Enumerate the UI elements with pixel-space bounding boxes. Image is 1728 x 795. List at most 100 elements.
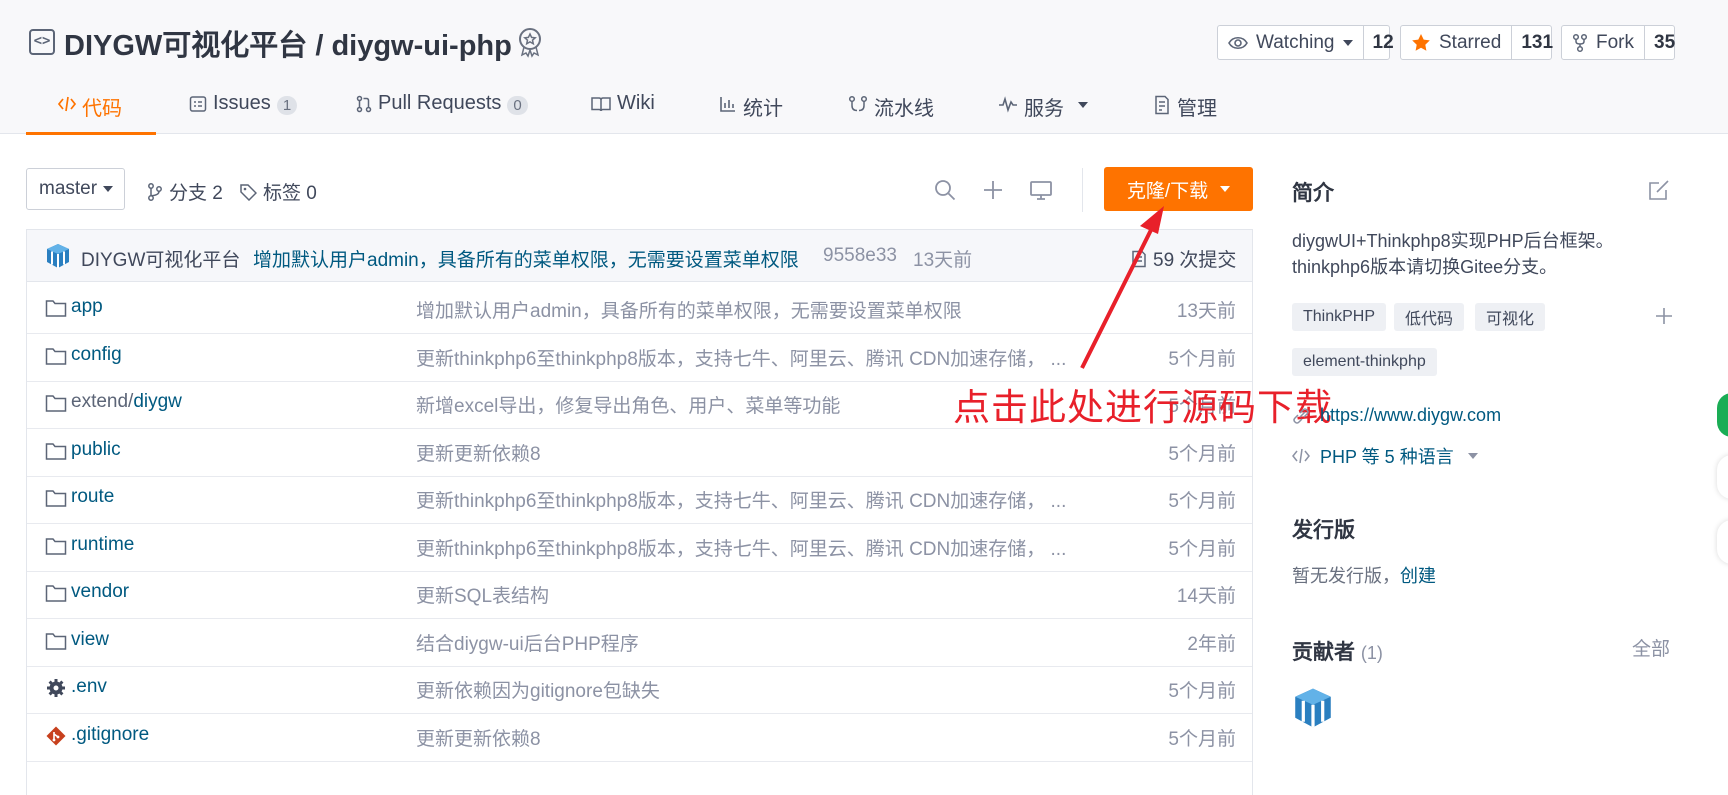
pulse-icon: [999, 96, 1017, 113]
file-row[interactable]: route 更新thinkphp6至thinkphp8版本，支持七牛、阿里云、腾讯…: [27, 472, 1252, 524]
create-release-link[interactable]: 创建: [1400, 566, 1436, 586]
contributors-count: (1): [1360, 643, 1383, 663]
fork-label: Fork: [1596, 31, 1634, 53]
author-avatar[interactable]: [45, 243, 71, 269]
file-commit-time: 13天前: [1176, 301, 1236, 322]
file-commit-message[interactable]: 更新thinkphp6至thinkphp8版本，支持七牛、阿里云、腾讯 CDN加…: [416, 344, 1088, 371]
chevron-down-icon: [103, 186, 114, 192]
file-name-link[interactable]: route: [71, 486, 114, 508]
file-name-link[interactable]: .gitignore: [71, 724, 149, 746]
file-commit-message[interactable]: 更新SQL表结构: [416, 581, 1088, 608]
topic-tag[interactable]: element-thinkphp: [1292, 348, 1437, 376]
watch-label: Watching: [1256, 31, 1335, 53]
file-name-link[interactable]: runtime: [71, 534, 134, 556]
commit-author[interactable]: DIYGW可视化平台: [81, 245, 240, 272]
branches-link[interactable]: 分支 2: [147, 178, 223, 205]
commit-message[interactable]: 增加默认用户admin，具备所有的菜单权限，无需要设置菜单权限: [253, 245, 799, 272]
file-commit-time: 5个月前: [1168, 538, 1236, 560]
star-button[interactable]: Starred: [1401, 26, 1513, 59]
commit-time: 13天前: [913, 250, 973, 271]
file-commit-message[interactable]: 更新更新依赖8: [416, 439, 1088, 466]
repo-title[interactable]: DIYGW可视化平台 / diygw-ui-php: [64, 22, 512, 64]
add-topic-icon[interactable]: [1654, 306, 1674, 326]
clone-download-button[interactable]: 克隆/下载: [1104, 167, 1253, 211]
contributors-all-link[interactable]: 全部: [1632, 637, 1670, 663]
file-name-link[interactable]: app: [71, 296, 103, 318]
branch-name: master: [39, 178, 98, 199]
folder-icon: [45, 632, 67, 650]
star-count[interactable]: 131: [1512, 26, 1562, 59]
chevron-down-icon: [1078, 102, 1088, 108]
file-commit-time: 5个月前: [1168, 728, 1236, 750]
tab-issues[interactable]: Issues 1: [189, 84, 298, 134]
contributor-avatar[interactable]: [1292, 687, 1334, 729]
file-name-link[interactable]: view: [71, 629, 109, 651]
file-row[interactable]: vendor 更新SQL表结构 14天前: [27, 567, 1252, 619]
tab-pipeline[interactable]: 流水线: [848, 84, 934, 134]
contributors-title: 贡献者: [1292, 641, 1355, 664]
topic-tag[interactable]: ThinkPHP: [1292, 303, 1387, 331]
file-commit-message[interactable]: 更新更新依赖8: [416, 724, 1088, 751]
topic-tag[interactable]: 可视化: [1475, 303, 1546, 331]
file-row[interactable]: runtime 更新thinkphp6至thinkphp8版本，支持七牛、阿里云、…: [27, 520, 1252, 572]
edit-icon[interactable]: [1648, 179, 1670, 201]
file-commit-message[interactable]: 更新thinkphp6至thinkphp8版本，支持七牛、阿里云、腾讯 CDN加…: [416, 534, 1088, 561]
tab-label: 管理: [1177, 98, 1217, 120]
plus-icon[interactable]: [981, 178, 1005, 202]
search-icon[interactable]: [933, 178, 957, 202]
file-name-link[interactable]: vendor: [71, 581, 129, 603]
annotation-arrow: [1080, 206, 1164, 369]
folder-icon: [45, 347, 67, 365]
tab-label: Issues: [213, 92, 271, 114]
commit-sha[interactable]: 9558e33: [823, 245, 897, 267]
fork-button[interactable]: Fork: [1562, 26, 1645, 59]
languages-dropdown[interactable]: PHP 等 5 种语言: [1292, 443, 1478, 469]
folder-icon: [45, 585, 67, 602]
website-link[interactable]: https://www.diygw.com: [1292, 405, 1501, 426]
floating-button[interactable]: [1717, 520, 1728, 564]
tags-link[interactable]: 标签 0: [239, 178, 317, 205]
watch-counter[interactable]: Watching 12: [1217, 25, 1394, 60]
contributors-heading: 贡献者 (1): [1292, 636, 1383, 666]
file-commit-message[interactable]: 更新thinkphp6至thinkphp8版本，支持七牛、阿里云、腾讯 CDN加…: [416, 486, 1088, 513]
branch-select[interactable]: master: [26, 168, 125, 210]
tab-services[interactable]: 服务: [998, 84, 1088, 134]
tab-label: 流水线: [874, 98, 934, 120]
monitor-icon[interactable]: [1029, 178, 1053, 202]
manage-icon: [1155, 95, 1169, 115]
file-commit-message[interactable]: 更新依赖因为gitignore包缺失: [416, 676, 1088, 703]
file-commit-time: 5个月前: [1168, 348, 1236, 370]
file-row[interactable]: view 结合diygw-ui后台PHP程序 2年前: [27, 615, 1252, 667]
file-name-link[interactable]: .env: [71, 676, 107, 698]
file-name-link[interactable]: public: [71, 439, 121, 461]
tab-statistics[interactable]: 统计: [719, 84, 783, 134]
star-icon: [1412, 33, 1430, 51]
issues-icon: [189, 96, 207, 112]
file-name-link[interactable]: config: [71, 344, 122, 366]
fork-counter[interactable]: Fork 35: [1561, 25, 1675, 60]
git-icon: [46, 726, 66, 745]
watch-count[interactable]: 12: [1364, 26, 1403, 59]
tab-code[interactable]: 代码: [26, 84, 156, 135]
file-commit-message[interactable]: 增加默认用户admin，具备所有的菜单权限，无需要设置菜单权限: [416, 296, 1088, 323]
code-icon: [1292, 448, 1310, 464]
recommended-badge-icon[interactable]: [514, 26, 546, 58]
file-commit-message[interactable]: 结合diygw-ui后台PHP程序: [416, 629, 1088, 656]
file-row[interactable]: .env 更新依赖因为gitignore包缺失 5个月前: [27, 662, 1252, 714]
intro-line-2: thinkphp6版本请切换Gitee分支。: [1292, 257, 1558, 277]
file-commit-time: 2年前: [1187, 633, 1236, 655]
fork-count[interactable]: 35: [1645, 26, 1684, 59]
tab-count: 1: [276, 96, 298, 115]
topic-tag[interactable]: 低代码: [1394, 303, 1465, 331]
floating-button[interactable]: [1717, 455, 1728, 499]
tab-pull-requests[interactable]: Pull Requests 0: [356, 84, 528, 134]
floating-chat-button[interactable]: [1717, 393, 1728, 437]
star-counter[interactable]: Starred 131: [1400, 25, 1553, 60]
tab-wiki[interactable]: Wiki: [591, 84, 655, 134]
file-row[interactable]: public 更新更新依赖8 5个月前: [27, 425, 1252, 477]
tab-manage[interactable]: 管理: [1153, 84, 1217, 134]
watch-button[interactable]: Watching: [1218, 26, 1364, 59]
file-name-link[interactable]: extend/diygw: [71, 391, 182, 413]
pipeline-icon: [848, 95, 868, 112]
file-row[interactable]: .gitignore 更新更新依赖8 5个月前: [27, 710, 1252, 762]
